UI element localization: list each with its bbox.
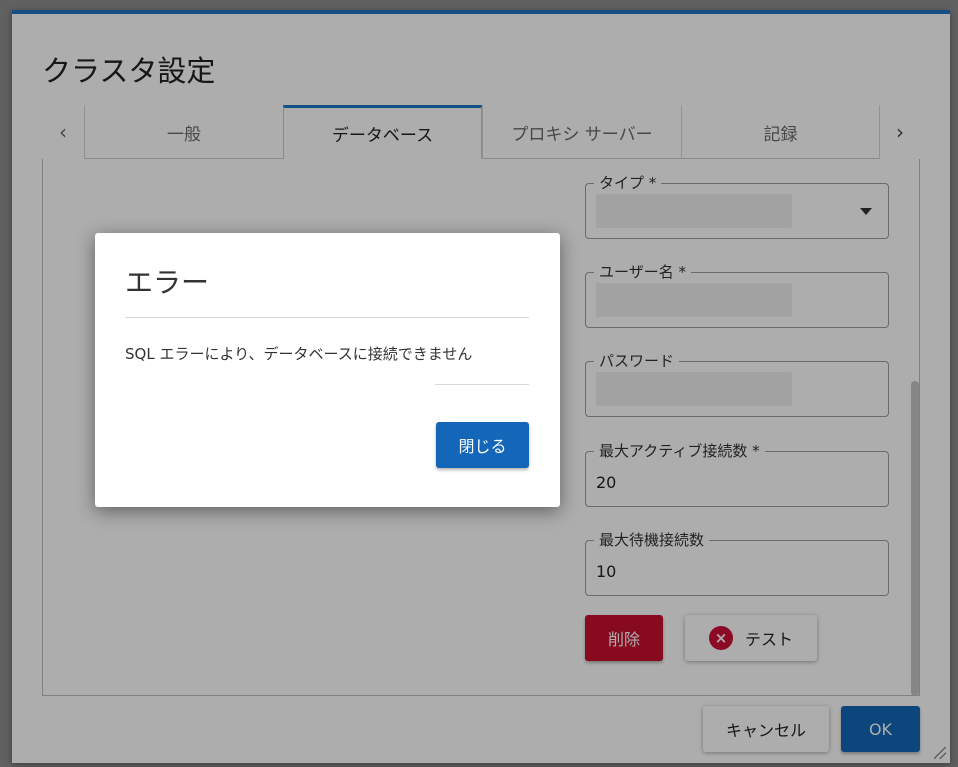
error-dialog-title: エラー [125,266,210,299]
error-title-divider [125,317,529,318]
close-button[interactable]: 閉じる [436,422,529,468]
error-message-divider [435,384,529,385]
error-message: SQL エラーにより、データベースに接続できません [125,345,473,363]
error-dialog: エラー SQL エラーにより、データベースに接続できません 閉じる [95,233,560,507]
